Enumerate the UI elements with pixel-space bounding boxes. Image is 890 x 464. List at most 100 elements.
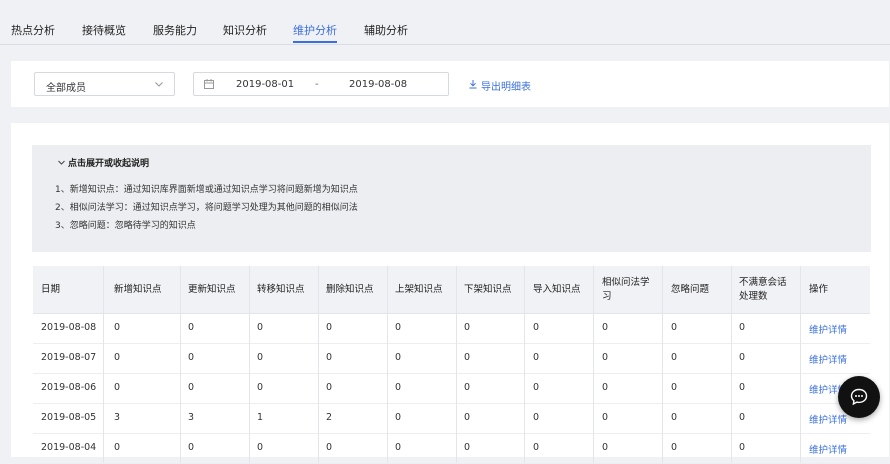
maintenance-detail-link[interactable]: 维护详情 [809, 352, 847, 366]
calendar-icon [204, 79, 214, 89]
value-cell: 0 [326, 322, 333, 333]
column-header: 转移知识点 [257, 283, 305, 295]
value-cell: 0 [533, 382, 540, 393]
date-separator: - [315, 79, 319, 90]
value-cell: 0 [395, 352, 402, 363]
value-cell: 0 [188, 352, 195, 363]
value-cell: 0 [533, 412, 540, 423]
column-divider [318, 266, 319, 463]
chat-icon [850, 388, 868, 406]
table-row: 2019-08-06 0 0 0 0 0 0 0 0 0 0 维护详情 [33, 373, 870, 404]
explanation-line: 2、相似问法学习：通过知识点学习，将问题学习处理为其他问题的相似问法 [55, 203, 358, 213]
value-cell: 0 [395, 322, 402, 333]
download-icon [469, 80, 477, 89]
value-cell: 0 [326, 352, 333, 363]
value-cell: 0 [188, 322, 195, 333]
value-cell: 0 [326, 382, 333, 393]
table-row: 2019-08-04 0 0 0 0 0 0 0 0 0 0 维护详情 [33, 433, 870, 464]
column-header: 删除知识点 [326, 283, 374, 295]
filter-bar: 全部成员 2019-08-01 - 2019-08-08 导出明细表 [11, 61, 889, 107]
value-cell: 0 [464, 442, 471, 453]
value-cell: 1 [257, 412, 264, 423]
tab-service-capability[interactable]: 服务能力 [153, 22, 197, 38]
value-cell: 3 [188, 412, 195, 423]
column-divider [524, 266, 525, 463]
value-cell: 0 [257, 322, 264, 333]
value-cell: 0 [739, 442, 746, 453]
value-cell: 0 [257, 352, 264, 363]
column-divider [180, 266, 181, 463]
table-row: 2019-08-05 3 3 1 2 0 0 0 0 0 0 维护详情 [33, 403, 870, 434]
tab-reception-overview[interactable]: 接待概览 [82, 22, 126, 38]
column-header: 上架知识点 [395, 283, 443, 295]
column-header: 不满意会话 处理数 [739, 276, 787, 302]
value-cell: 0 [188, 382, 195, 393]
value-cell: 0 [395, 382, 402, 393]
analysis-tabs: 热点分析 接待概览 服务能力 知识分析 维护分析 辅助分析 [0, 0, 890, 45]
active-tab-indicator [293, 41, 337, 43]
column-divider [662, 266, 663, 463]
value-cell: 0 [739, 322, 746, 333]
column-divider [731, 266, 732, 463]
date-range-picker[interactable]: 2019-08-01 - 2019-08-08 [193, 72, 449, 96]
maintenance-detail-link[interactable]: 维护详情 [809, 322, 847, 336]
value-cell: 0 [257, 442, 264, 453]
value-cell: 0 [671, 322, 678, 333]
value-cell: 0 [671, 442, 678, 453]
tab-auxiliary-analysis[interactable]: 辅助分析 [364, 22, 408, 38]
value-cell: 0 [671, 412, 678, 423]
value-cell: 0 [602, 382, 609, 393]
value-cell: 0 [671, 352, 678, 363]
column-divider [593, 266, 594, 463]
column-divider [456, 266, 457, 463]
value-cell: 0 [326, 442, 333, 453]
export-label: 导出明细表 [481, 82, 531, 93]
date-cell: 2019-08-08 [41, 322, 97, 333]
value-cell: 0 [602, 442, 609, 453]
value-cell: 0 [602, 352, 609, 363]
value-cell: 0 [533, 352, 540, 363]
value-cell: 0 [671, 382, 678, 393]
content-panel: 点击展开或收起说明 1、新增知识点：通过知识库界面新增或通过知识点学习将问题新增… [11, 123, 889, 464]
value-cell: 2 [326, 412, 333, 423]
explanation-panel: 点击展开或收起说明 1、新增知识点：通过知识库界面新增或通过知识点学习将问题新增… [32, 145, 871, 252]
column-header: 新增知识点 [114, 283, 162, 295]
tab-maintenance-analysis[interactable]: 维护分析 [293, 22, 337, 38]
value-cell: 0 [739, 352, 746, 363]
table-row: 2019-08-07 0 0 0 0 0 0 0 0 0 0 维护详情 [33, 343, 870, 374]
tab-knowledge-analysis[interactable]: 知识分析 [223, 22, 267, 38]
column-header: 相似问法学习 [602, 276, 650, 302]
member-select[interactable]: 全部成员 [34, 72, 175, 96]
value-cell: 0 [114, 352, 121, 363]
column-header: 下架知识点 [464, 283, 512, 295]
table-header: 日期 新增知识点 更新知识点 转移知识点 删除知识点 上架知识点 下架知识点 导入知识点 相似问… [33, 266, 870, 314]
explanation-line: 3、忽略问题：忽略待学习的知识点 [55, 221, 196, 231]
value-cell: 0 [739, 382, 746, 393]
explanation-toggle-label: 点击展开或收起说明 [68, 159, 150, 169]
column-divider [249, 266, 250, 463]
column-header: 导入知识点 [533, 283, 581, 295]
value-cell: 0 [114, 322, 121, 333]
date-cell: 2019-08-06 [41, 382, 97, 393]
value-cell: 0 [188, 442, 195, 453]
value-cell: 0 [739, 412, 746, 423]
table-row: 2019-08-08 0 0 0 0 0 0 0 0 0 0 维护详情 [33, 313, 870, 344]
value-cell: 0 [533, 442, 540, 453]
chevron-down-icon [155, 82, 163, 87]
date-cell: 2019-08-04 [41, 442, 97, 453]
value-cell: 0 [395, 412, 402, 423]
tab-hot-analysis[interactable]: 热点分析 [11, 22, 55, 38]
value-cell: 0 [464, 412, 471, 423]
value-cell: 0 [257, 382, 264, 393]
maintenance-detail-link[interactable]: 维护详情 [809, 412, 847, 426]
chat-button[interactable] [838, 376, 880, 418]
date-cell: 2019-08-05 [41, 412, 97, 423]
chevron-down-icon [58, 160, 65, 165]
value-cell: 0 [464, 352, 471, 363]
value-cell: 0 [533, 322, 540, 333]
end-date-input[interactable]: 2019-08-08 [349, 79, 407, 90]
value-cell: 0 [602, 412, 609, 423]
start-date-input[interactable]: 2019-08-01 [236, 79, 294, 90]
column-header: 操作 [809, 283, 829, 295]
maintenance-detail-link[interactable]: 维护详情 [809, 442, 847, 456]
